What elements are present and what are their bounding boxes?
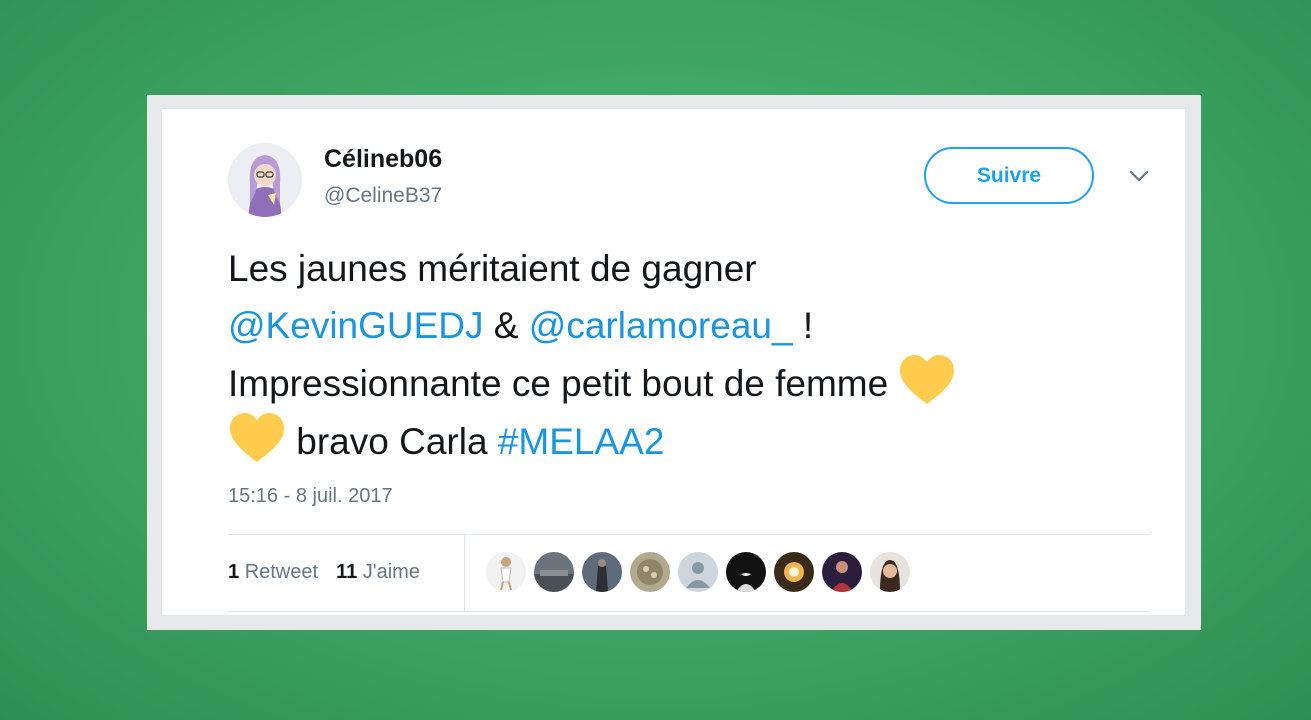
tweet-timestamp[interactable]: 15:16 - 8 juil. 2017 [228, 485, 393, 508]
like-label: J'aime [362, 561, 420, 583]
tweet-text-line3: Impressionnante ce petit bout de femme [228, 363, 899, 404]
like-count: 11 [336, 561, 358, 583]
liker-avatar[interactable] [582, 552, 622, 592]
tweet-text-bravo: bravo Carla [286, 421, 498, 462]
yellow-heart-icon [230, 413, 284, 462]
chevron-down-icon[interactable] [1128, 168, 1150, 184]
avatar-image [228, 143, 302, 217]
hashtag-melaa2[interactable]: #MELAA2 [498, 421, 665, 462]
yellow-heart-icon [900, 355, 955, 404]
tweet-text-amp: & [483, 305, 529, 346]
mention-carlamoreau[interactable]: @carlamoreau_ [529, 305, 793, 346]
tweet-text-line1: Les jaunes méritaient de gagner [228, 248, 757, 289]
liker-avatar[interactable] [870, 552, 910, 592]
tweet-card: Célineb06 @CelineB37 Suivre Les jaunes m… [162, 109, 1185, 615]
liker-avatar[interactable] [486, 552, 526, 592]
liker-avatars [486, 552, 910, 592]
tweet-text: Les jaunes méritaient de gagner @KevinGU… [228, 240, 1168, 470]
retweet-count: 1 [228, 561, 240, 583]
retweet-label: Retweet [244, 561, 319, 583]
tweet-stats: 1 Retweet 11 J'aime [228, 561, 420, 584]
user-handle[interactable]: @CelineB37 [324, 184, 442, 208]
avatar[interactable] [228, 143, 302, 217]
liker-avatar[interactable] [726, 552, 766, 592]
stats-separator [464, 534, 465, 612]
liker-avatar[interactable] [822, 552, 862, 592]
liker-avatar[interactable] [534, 552, 574, 592]
divider [228, 611, 1150, 612]
like-stat[interactable]: 11 J'aime [336, 561, 420, 583]
tweet-screenshot-frame: Célineb06 @CelineB37 Suivre Les jaunes m… [147, 95, 1201, 630]
retweet-stat[interactable]: 1 Retweet [228, 561, 318, 583]
display-name[interactable]: Célineb06 [324, 145, 442, 174]
liker-avatar[interactable] [774, 552, 814, 592]
liker-avatar[interactable] [630, 552, 670, 592]
tweet-text-excl: ! [792, 305, 814, 346]
follow-button[interactable]: Suivre [924, 147, 1094, 204]
default-avatar-icon[interactable] [678, 552, 718, 592]
divider [228, 534, 1150, 535]
mention-kevinguedj[interactable]: @KevinGUEDJ [228, 305, 484, 346]
